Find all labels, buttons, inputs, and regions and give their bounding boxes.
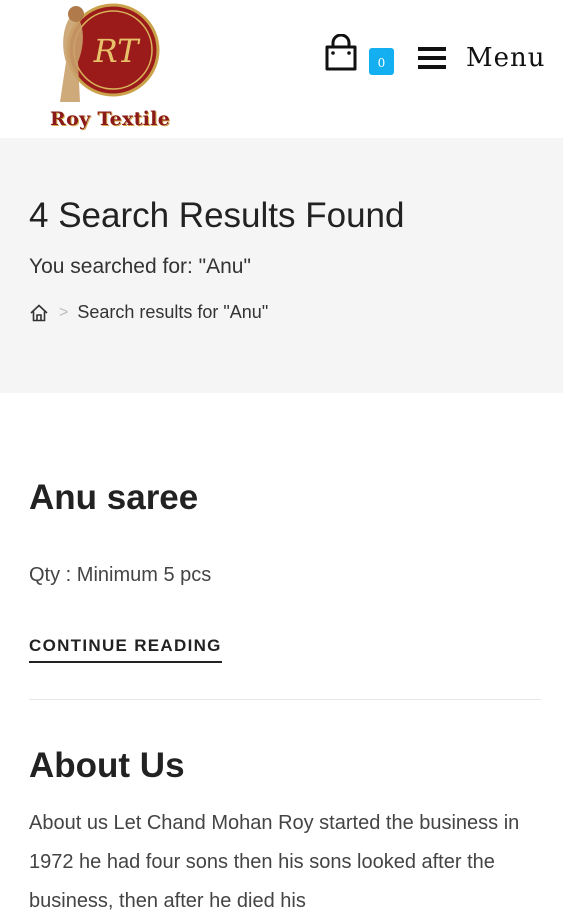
page-title: 4 Search Results Found	[29, 196, 405, 235]
menu-button[interactable]: Menu	[418, 38, 546, 78]
result-title[interactable]: About Us	[29, 746, 185, 786]
cart-count-badge: 0	[369, 48, 394, 75]
breadcrumb: > Search results for "Anu"	[29, 302, 268, 323]
search-subtitle: You searched for: "Anu"	[29, 255, 251, 278]
site-header: RT Roy Textile 0 Menu	[0, 0, 563, 138]
result-excerpt: Qty : Minimum 5 pcs	[29, 564, 212, 586]
result-excerpt: About us Let Chand Mohan Roy started the…	[29, 812, 520, 912]
breadcrumb-current: Search results for "Anu"	[77, 302, 269, 322]
divider	[29, 699, 541, 700]
breadcrumb-separator: >	[59, 303, 69, 321]
menu-label: Menu	[466, 43, 546, 73]
continue-reading-link[interactable]: CONTINUE READING	[29, 636, 222, 663]
logo-text: Roy Textile	[50, 108, 171, 130]
result-title[interactable]: Anu saree	[29, 478, 198, 518]
hamburger-icon	[418, 47, 446, 69]
cart-button[interactable]	[323, 33, 359, 72]
svg-text:RT: RT	[93, 32, 142, 70]
shopping-bag-icon	[325, 33, 357, 71]
home-icon[interactable]	[29, 303, 49, 323]
